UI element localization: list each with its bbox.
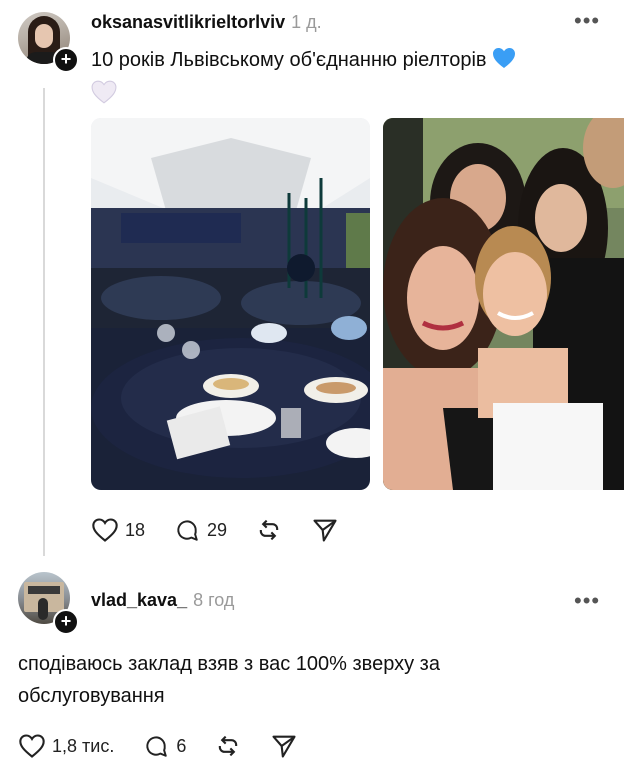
like-count: 1,8 тис. (52, 735, 115, 756)
more-options-icon[interactable]: ••• (574, 588, 600, 614)
repost-icon (259, 519, 279, 541)
reply-time: 8 год (193, 590, 235, 610)
repost-button[interactable] (255, 516, 283, 544)
reply-author[interactable]: vlad_kava_ 8 год (91, 590, 234, 611)
comment-icon (177, 520, 198, 541)
more-options-icon[interactable]: ••• (574, 8, 600, 34)
blue-heart-icon (492, 47, 516, 79)
follow-plus-icon[interactable]: + (53, 47, 79, 73)
post-actions: 18 29 (91, 516, 367, 544)
heart-icon (92, 518, 118, 542)
reply-text: сподіваюсь заклад взяв з вас 100% зверху… (18, 653, 440, 707)
like-button[interactable]: 1,8 тис. (18, 733, 114, 759)
like-count: 18 (125, 519, 146, 540)
like-button[interactable]: 18 (91, 517, 145, 543)
share-button[interactable] (311, 516, 339, 544)
follow-plus-icon[interactable]: + (53, 609, 79, 635)
white-heart-icon (91, 80, 117, 114)
post-text: 10 років Львівському об'єднанню ріелторі… (91, 44, 591, 114)
comment-button[interactable]: 6 (142, 733, 186, 759)
post-author[interactable]: oksanasvitlikrieltorlviv 1 д. (91, 12, 322, 33)
comment-icon (146, 736, 168, 757)
send-icon (272, 735, 296, 758)
post-username[interactable]: oksanasvitlikrieltorlviv (91, 12, 285, 32)
post-time: 1 д. (291, 12, 322, 32)
post-photo-banquet[interactable] (91, 118, 370, 490)
post-text-content: 10 років Львівському об'єднанню ріелторі… (91, 49, 487, 71)
heart-icon (19, 734, 45, 758)
reply-actions: 1,8 тис. 6 (18, 732, 326, 760)
send-icon (313, 519, 337, 542)
repost-icon (219, 735, 238, 757)
post-photo-group[interactable] (383, 118, 624, 490)
share-button[interactable] (270, 732, 298, 760)
repost-button[interactable] (214, 732, 242, 760)
reply-username[interactable]: vlad_kava_ (91, 590, 187, 610)
comment-count: 29 (207, 519, 228, 540)
comment-count: 6 (176, 735, 187, 756)
comment-button[interactable]: 29 (173, 517, 227, 543)
thread-line (43, 88, 45, 556)
